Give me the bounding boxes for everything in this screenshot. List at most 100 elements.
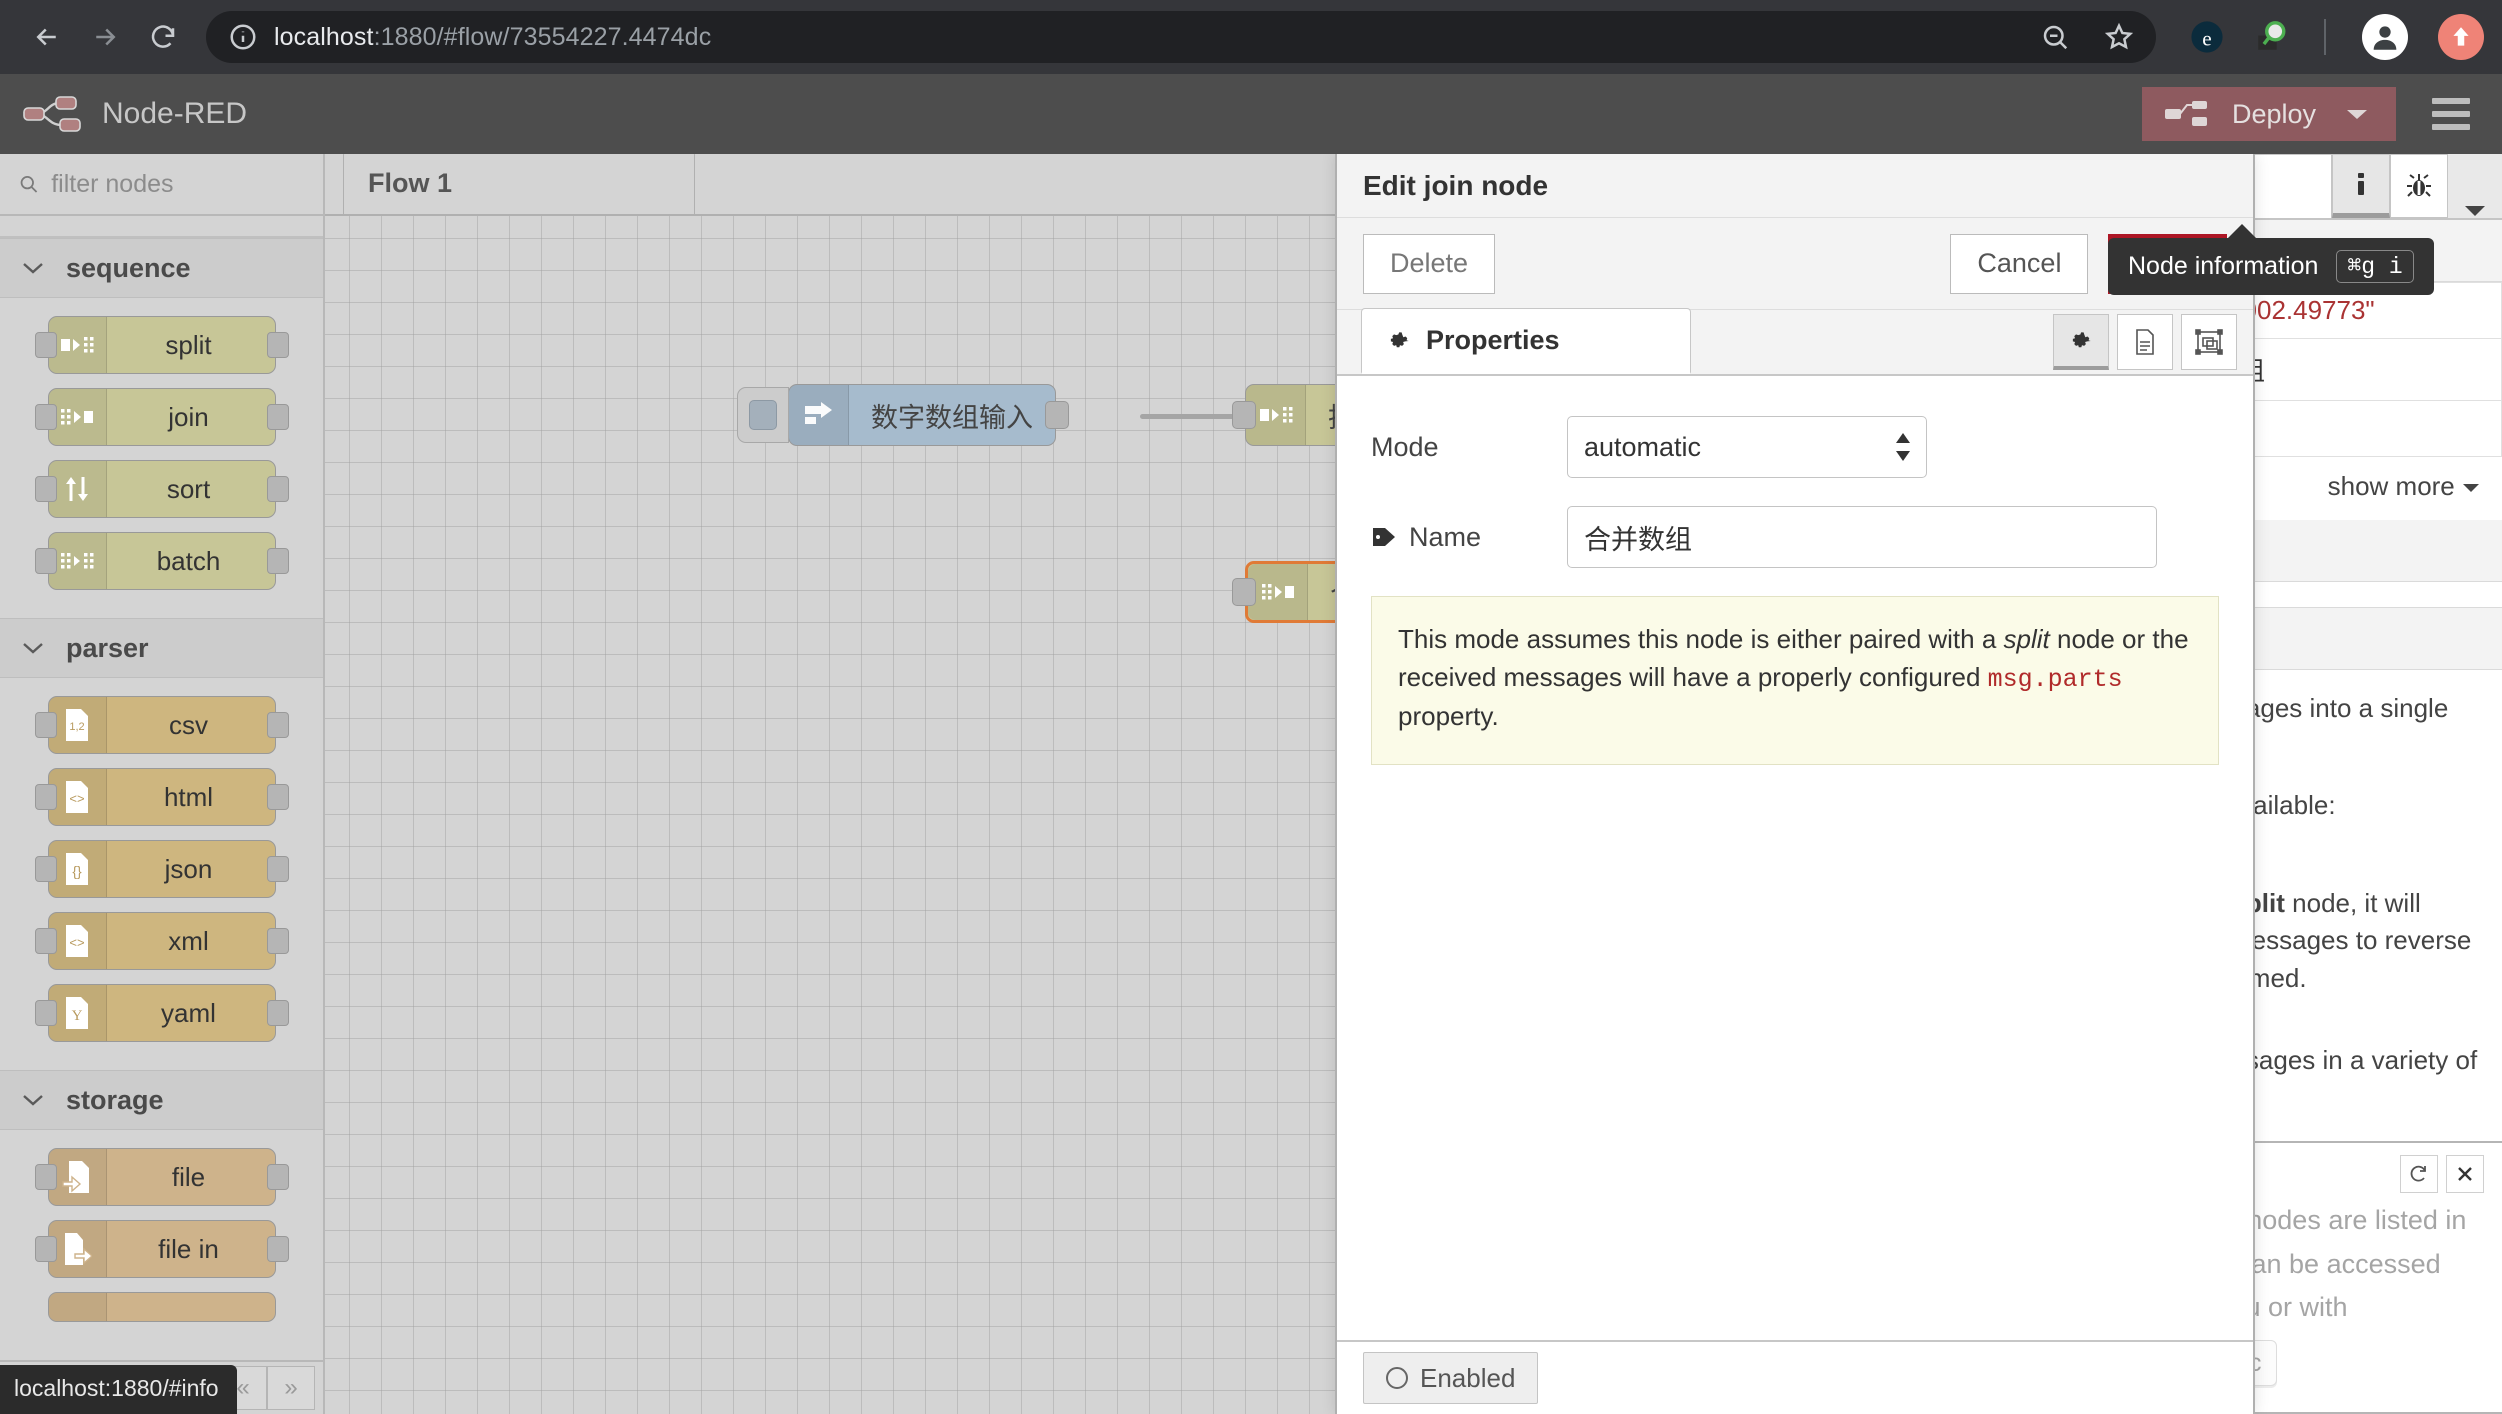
profile-avatar[interactable] [2362, 14, 2408, 60]
filter-nodes-input[interactable] [51, 169, 305, 199]
node-input-port [34, 712, 57, 738]
search-icon [20, 176, 38, 193]
node-output-port [266, 784, 289, 810]
palette-category-sequence[interactable]: sequence [0, 238, 323, 298]
debug-messages-button[interactable] [2390, 154, 2448, 218]
palette-node-file[interactable]: file [34, 1148, 289, 1206]
appearance-tool-button[interactable] [2181, 314, 2237, 370]
delete-button[interactable]: Delete [1363, 233, 1496, 294]
svg-text:<>: <> [69, 935, 84, 950]
palette-node-csv[interactable]: 1,2 csv [34, 696, 289, 754]
category-label: sequence [66, 252, 191, 283]
node-output-port[interactable] [1045, 401, 1069, 429]
node-palette: sequence split [0, 154, 325, 1414]
node-input-port [34, 1164, 57, 1190]
main-menu-button[interactable] [2422, 92, 2480, 136]
back-button[interactable] [18, 8, 76, 66]
deploy-button[interactable]: Deploy [2141, 87, 2396, 141]
csv-file-icon: 1,2 [48, 697, 107, 753]
sidebar-tab-buttons [2332, 154, 2448, 218]
flow-node-inject[interactable]: 数字数组输入 [737, 384, 1069, 446]
forward-button[interactable] [76, 8, 134, 66]
palette-search[interactable] [0, 154, 323, 216]
inject-button-icon [749, 400, 777, 430]
node-input-port [34, 928, 57, 954]
address-bar[interactable]: localhost:1880/#flow/73554227.4474dc [206, 11, 2156, 63]
category-label: parser [66, 632, 149, 663]
name-input[interactable] [1567, 506, 2157, 568]
node-information-tooltip: Node information ⌘g i [2108, 224, 2434, 295]
extension-search-tool-icon[interactable] [2254, 20, 2288, 54]
circle-icon [1386, 1367, 1408, 1389]
palette-node-html[interactable]: <> html [34, 768, 289, 826]
xml-file-icon: <> [48, 913, 107, 969]
forward-arrow-icon [96, 28, 116, 46]
node-output-port [266, 712, 289, 738]
node-output-port [266, 1236, 289, 1262]
name-label-text: Name [1409, 521, 1482, 552]
dialog-tabbar: Properties [1337, 308, 2253, 376]
palette-node-xml[interactable]: <> xml [34, 912, 289, 970]
nodered-logo[interactable]: Node-RED [22, 94, 247, 134]
join-icon [48, 389, 107, 445]
palette-node-yaml[interactable]: Y yaml [34, 984, 289, 1042]
refresh-button[interactable] [2400, 1154, 2438, 1193]
node-input-port [34, 404, 57, 430]
chevron-down-icon [2347, 110, 2367, 119]
debug-bug-icon [2407, 174, 2431, 197]
sidebar-more-button[interactable] [2448, 204, 2502, 218]
search-icon[interactable] [2040, 22, 2070, 52]
node-input-port [34, 548, 57, 574]
mode-select[interactable]: automatic [1567, 416, 1927, 478]
node-input-port[interactable] [1232, 578, 1256, 606]
close-button[interactable] [2446, 1154, 2484, 1193]
update-button[interactable] [2438, 14, 2484, 60]
deploy-icon [2164, 101, 2207, 126]
chevron-down-icon [2465, 206, 2485, 216]
flow-tab-1[interactable]: Flow 1 [343, 152, 695, 214]
palette-expand-all-button[interactable]: » [267, 1366, 315, 1410]
page-info-icon[interactable] [228, 22, 258, 52]
info-icon [2358, 173, 2364, 195]
description-tool-button[interactable] [2117, 314, 2173, 370]
star-icon[interactable] [2104, 22, 2134, 52]
chevron-down-icon [23, 1095, 43, 1106]
cancel-button[interactable]: Cancel [1950, 233, 2089, 294]
enabled-toggle-button[interactable]: Enabled [1363, 1352, 1539, 1404]
inject-trigger-button[interactable] [737, 387, 789, 443]
palette-node-split[interactable]: split [34, 316, 289, 374]
palette-category-body: file file in [0, 1130, 323, 1350]
tab-properties[interactable]: Properties [1361, 308, 1691, 374]
browser-status-url: localhost:1880/#info [0, 1365, 237, 1414]
tip-italic: split [2003, 624, 2050, 654]
palette-node-batch[interactable]: batch [34, 532, 289, 590]
join-icon [1248, 564, 1308, 620]
html-file-icon: <> [48, 769, 107, 825]
palette-node-partial[interactable] [47, 1292, 276, 1322]
palette-node-json[interactable]: {} json [34, 840, 289, 898]
palette-node-label: yaml [161, 997, 216, 1028]
nodered-logo-icon [23, 96, 81, 132]
extension-evernote-icon[interactable]: e [2190, 20, 2224, 54]
properties-tool-button[interactable] [2053, 314, 2109, 370]
node-information-button[interactable] [2332, 154, 2390, 218]
node-input-port [34, 1236, 57, 1262]
deploy-dropdown-caret[interactable] [2338, 106, 2396, 122]
palette-node-label: xml [168, 925, 209, 956]
node-input-port[interactable] [1232, 401, 1256, 429]
palette-node-join[interactable]: join [34, 388, 289, 446]
description-icon [2136, 329, 2154, 355]
palette-category-parser[interactable]: parser [0, 618, 323, 678]
svg-text:{}: {} [72, 863, 82, 879]
palette-category-storage[interactable]: storage [0, 1070, 323, 1130]
reload-button[interactable] [134, 8, 192, 66]
nodered-header: Node-RED Deploy [0, 74, 2502, 154]
node-output-port [266, 1164, 289, 1190]
dialog-footer: Enabled [1337, 1340, 2253, 1414]
palette-category-body: 1,2 csv <> html {} json <> xml Y yaml [0, 678, 323, 1070]
palette-node-sort[interactable]: sort [34, 460, 289, 518]
yaml-file-icon: Y [48, 985, 107, 1041]
palette-node-file-in[interactable]: file in [34, 1220, 289, 1278]
flow-tab-label: Flow 1 [368, 168, 453, 198]
gear-icon [1390, 331, 1409, 347]
